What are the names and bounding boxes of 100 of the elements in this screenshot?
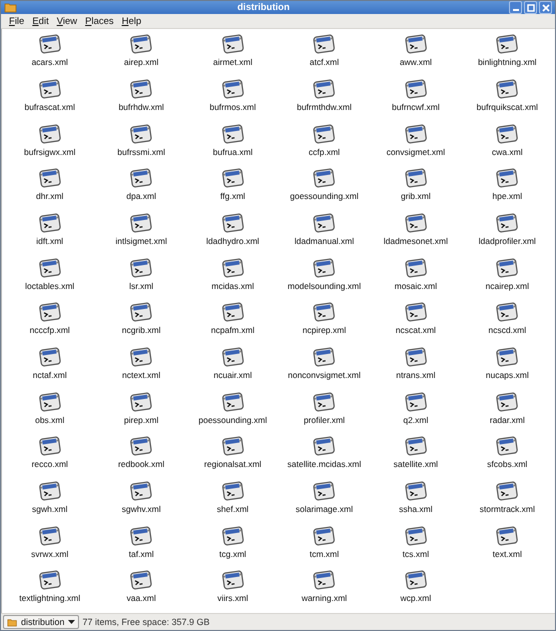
script-file-icon[interactable] xyxy=(129,78,154,100)
script-file-icon[interactable] xyxy=(312,346,336,368)
script-file-icon[interactable] xyxy=(38,122,62,145)
script-file-icon[interactable] xyxy=(312,33,336,56)
script-file-icon[interactable] xyxy=(220,524,245,547)
script-file-icon[interactable] xyxy=(38,212,62,234)
script-file-icon[interactable] xyxy=(38,390,62,413)
script-file-icon[interactable] xyxy=(495,435,520,458)
script-file-icon[interactable] xyxy=(495,33,520,56)
script-file-icon[interactable] xyxy=(404,33,428,56)
file-name: ffg.xml xyxy=(220,191,246,202)
script-file-icon[interactable] xyxy=(38,480,62,502)
script-file-icon[interactable] xyxy=(495,212,520,234)
script-file-icon[interactable] xyxy=(404,212,428,234)
script-file-icon[interactable] xyxy=(38,301,62,324)
file-name: sfcobs.xml xyxy=(487,459,528,470)
script-file-icon[interactable] xyxy=(220,167,245,190)
script-file-icon[interactable] xyxy=(495,346,520,368)
script-file-icon[interactable] xyxy=(312,78,336,100)
menu-item[interactable]: Edit xyxy=(28,16,53,27)
script-file-icon[interactable] xyxy=(220,78,245,100)
script-file-icon[interactable] xyxy=(312,435,336,458)
script-file-icon[interactable] xyxy=(404,390,428,413)
script-file-icon[interactable] xyxy=(129,524,154,547)
script-file-icon[interactable] xyxy=(312,256,336,279)
file-name: tcg.xml xyxy=(219,548,246,559)
script-file-icon[interactable] xyxy=(38,346,62,368)
script-file-icon[interactable] xyxy=(220,122,245,145)
script-file-icon[interactable] xyxy=(38,167,62,190)
script-file-icon[interactable] xyxy=(38,256,62,279)
script-file-icon[interactable] xyxy=(129,480,154,502)
location-dropdown[interactable]: distribution xyxy=(3,615,79,630)
script-file-icon[interactable] xyxy=(312,167,336,190)
script-file-icon[interactable] xyxy=(312,212,336,234)
script-file-icon[interactable] xyxy=(404,78,428,100)
script-file-icon[interactable] xyxy=(129,122,154,145)
script-file-icon[interactable] xyxy=(220,256,245,279)
script-file-icon[interactable] xyxy=(404,167,428,190)
menu-item[interactable]: View xyxy=(52,16,82,27)
minimize-button[interactable] xyxy=(509,1,522,14)
file-name: goessounding.xml xyxy=(290,191,358,202)
maximize-button[interactable] xyxy=(524,1,537,14)
file-name: redbook.xml xyxy=(118,459,164,470)
script-file-icon[interactable] xyxy=(404,301,428,324)
script-file-icon[interactable] xyxy=(38,435,62,458)
file-name: ncairep.xml xyxy=(486,280,529,291)
script-file-icon[interactable] xyxy=(220,390,245,413)
script-file-icon[interactable] xyxy=(312,122,336,145)
script-file-icon[interactable] xyxy=(312,301,336,324)
minimize-icon xyxy=(512,9,518,11)
script-file-icon[interactable] xyxy=(129,33,154,56)
file-name: ncpafm.xml xyxy=(211,325,254,336)
script-file-icon[interactable] xyxy=(129,256,154,279)
script-file-icon[interactable] xyxy=(220,212,245,234)
script-file-icon[interactable] xyxy=(404,524,428,547)
menu-item[interactable]: Help xyxy=(118,16,146,27)
script-file-icon[interactable] xyxy=(495,78,520,100)
file-name: atcf.xml xyxy=(310,57,339,68)
file-name: ncgrib.xml xyxy=(122,325,161,336)
file-name: nonconvsigmet.xml xyxy=(288,370,361,380)
script-file-icon[interactable] xyxy=(404,346,428,368)
script-file-icon[interactable] xyxy=(404,569,428,592)
script-file-icon[interactable] xyxy=(404,435,428,458)
script-file-icon[interactable] xyxy=(495,480,520,502)
script-file-icon[interactable] xyxy=(312,569,336,592)
script-file-icon[interactable] xyxy=(38,78,62,100)
script-file-icon[interactable] xyxy=(220,435,245,458)
script-file-icon[interactable] xyxy=(129,390,154,413)
script-file-icon[interactable] xyxy=(404,480,428,502)
script-file-icon[interactable] xyxy=(404,256,428,279)
script-file-icon[interactable] xyxy=(220,301,245,324)
script-file-icon[interactable] xyxy=(129,301,154,324)
script-file-icon[interactable] xyxy=(312,390,336,413)
script-file-icon[interactable] xyxy=(38,569,62,592)
script-file-icon[interactable] xyxy=(495,256,520,279)
script-file-icon[interactable] xyxy=(495,301,520,324)
script-file-icon[interactable] xyxy=(312,480,336,502)
close-button[interactable] xyxy=(539,1,552,14)
menu-item[interactable]: File xyxy=(5,16,28,27)
caret-icon xyxy=(68,620,75,625)
script-file-icon[interactable] xyxy=(129,569,154,592)
script-file-icon[interactable] xyxy=(495,122,520,145)
file-name: lsr.xml xyxy=(129,280,154,291)
script-file-icon[interactable] xyxy=(38,33,62,56)
script-file-icon[interactable] xyxy=(495,167,520,190)
script-file-icon[interactable] xyxy=(220,346,245,368)
script-file-icon[interactable] xyxy=(312,524,336,547)
script-file-icon[interactable] xyxy=(129,212,154,234)
script-file-icon[interactable] xyxy=(404,122,428,145)
script-file-icon[interactable] xyxy=(129,167,154,190)
script-file-icon[interactable] xyxy=(129,346,154,368)
file-name: ncscat.xml xyxy=(396,325,436,336)
script-file-icon[interactable] xyxy=(495,524,520,547)
script-file-icon[interactable] xyxy=(38,524,62,547)
script-file-icon[interactable] xyxy=(220,480,245,502)
script-file-icon[interactable] xyxy=(495,390,520,413)
script-file-icon[interactable] xyxy=(129,435,154,458)
script-file-icon[interactable] xyxy=(220,569,245,592)
menu-item[interactable]: Places xyxy=(81,16,118,27)
script-file-icon[interactable] xyxy=(220,33,245,56)
